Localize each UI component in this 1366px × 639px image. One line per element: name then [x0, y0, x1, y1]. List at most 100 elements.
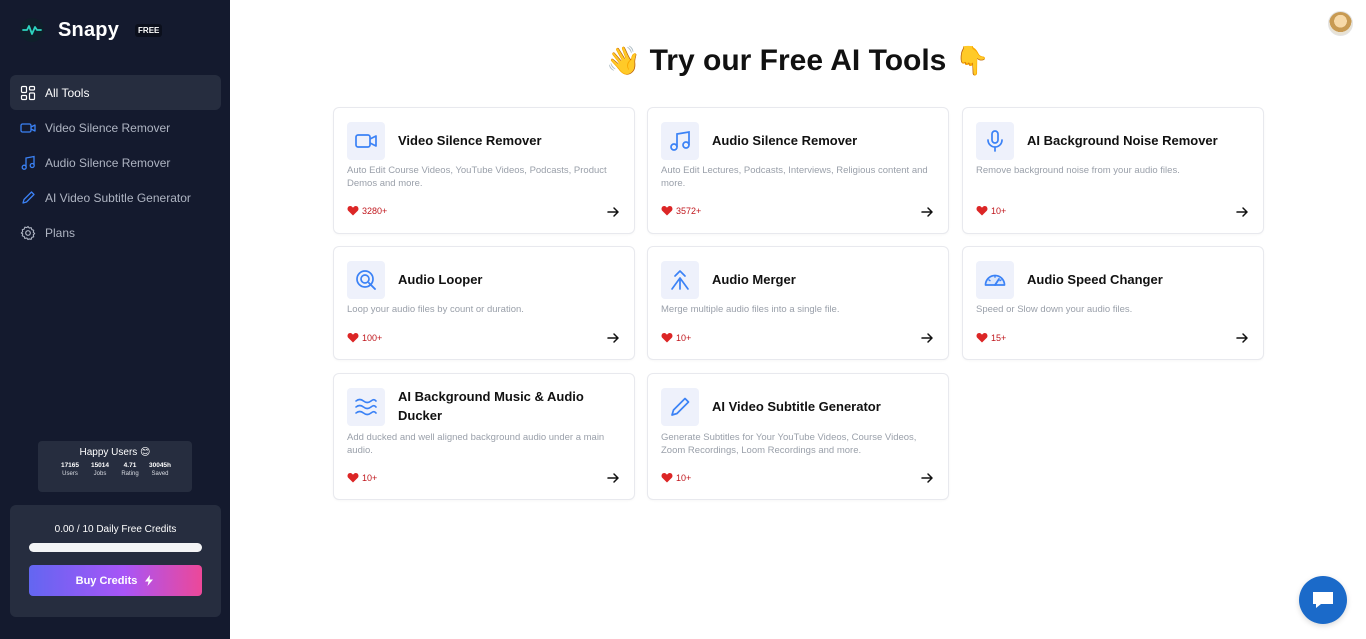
chat-support-button[interactable] — [1299, 576, 1347, 624]
tool-card-description: Loop your audio files by count or durati… — [347, 304, 524, 315]
page-title: 👋 Try our Free AI Tools 👇 — [0, 44, 1366, 78]
sidebar-item-plans[interactable]: Plans — [10, 215, 221, 250]
tool-card-description: Generate Subtitles for Your YouTube Vide… — [661, 432, 917, 456]
heart-icon — [661, 206, 673, 216]
buy-credits-button[interactable]: Buy Credits — [29, 565, 202, 596]
arrow-right-icon[interactable] — [606, 205, 620, 219]
tool-card-title: Audio Speed Changer — [1027, 272, 1163, 287]
arrow-right-icon[interactable] — [606, 331, 620, 345]
tool-card-title: AI Background Noise Remover — [1027, 133, 1218, 148]
likes-count: 15+ — [976, 332, 1006, 343]
tool-card-title: AI Background Music & Audio Ducker — [398, 389, 584, 423]
likes-value: 10+ — [991, 205, 1007, 216]
pointing-down-icon: 👇 — [954, 45, 990, 76]
tool-card-ai-background-music-audio-ducker[interactable]: AI Background Music & Audio Ducker Add d… — [333, 373, 635, 500]
arrow-right-icon[interactable] — [1235, 331, 1249, 345]
likes-value: 10+ — [362, 472, 378, 483]
user-avatar[interactable] — [1328, 11, 1353, 36]
stat-saved: 30045h Saved — [145, 462, 175, 477]
likes-count: 10+ — [661, 472, 691, 483]
likes-value: 3280+ — [362, 205, 388, 216]
grid-icon — [19, 84, 37, 102]
tool-card-description: Add ducked and well aligned background a… — [347, 432, 605, 456]
stat-value: 15014 — [90, 462, 110, 469]
tool-card-title: AI Video Subtitle Generator — [712, 399, 881, 414]
lightning-icon — [145, 575, 154, 586]
stats-row: 17165 Users 15014 Jobs 4.71 Rating 30045… — [38, 462, 192, 477]
stat-value: 17165 — [60, 462, 80, 469]
arrow-right-icon[interactable] — [1235, 205, 1249, 219]
likes-count: 10+ — [347, 472, 377, 483]
brand-name: Snapy — [58, 18, 120, 41]
sidebar-item-all-tools[interactable]: All Tools — [10, 75, 221, 110]
stat-users: 17165 Users — [55, 462, 85, 477]
page-title-text: Try our Free AI Tools — [649, 44, 947, 77]
likes-value: 100+ — [362, 332, 383, 343]
stat-rating: 4.71 Rating — [115, 462, 145, 477]
happy-users-stats: Happy Users 😊 17165 Users 15014 Jobs 4.7… — [38, 441, 192, 492]
arrow-right-icon[interactable] — [920, 471, 934, 485]
credits-progress-bar — [29, 543, 202, 552]
heart-icon — [347, 473, 359, 483]
tool-card-description: Auto Edit Lectures, Podcasts, Interviews… — [661, 165, 928, 189]
tool-card-ai-video-subtitle-generator[interactable]: AI Video Subtitle Generator Generate Sub… — [647, 373, 949, 500]
sidebar-item-ai-video-subtitle-generator[interactable]: AI Video Subtitle Generator — [10, 180, 221, 215]
stat-label: Jobs — [93, 471, 107, 477]
tool-card-audio-speed-changer[interactable]: Audio Speed Changer Speed or Slow down y… — [962, 246, 1264, 360]
likes-count: 10+ — [976, 205, 1006, 216]
likes-count: 10+ — [661, 332, 691, 343]
speedometer-icon — [976, 261, 1014, 299]
heart-icon — [976, 206, 988, 216]
sidebar: Snapy FREE All Tools Video Silence Remov… — [0, 0, 230, 639]
sidebar-item-audio-silence-remover[interactable]: Audio Silence Remover — [10, 145, 221, 180]
plan-badge: FREE — [135, 23, 163, 37]
brand[interactable]: Snapy FREE — [20, 18, 163, 42]
music-note-icon — [19, 154, 37, 172]
gear-icon — [19, 224, 37, 242]
tool-card-description: Speed or Slow down your audio files. — [976, 304, 1133, 315]
heart-icon — [976, 333, 988, 343]
heart-icon — [661, 473, 673, 483]
credits-text: 0.00 / 10 Daily Free Credits — [54, 524, 177, 535]
stat-value: 30045h — [148, 462, 172, 469]
tool-card-ai-background-noise-remover[interactable]: AI Background Noise Remover Remove backg… — [962, 107, 1264, 234]
chat-bubble-icon — [1313, 592, 1333, 608]
video-camera-icon — [347, 122, 385, 160]
tool-card-video-silence-remover[interactable]: Video Silence Remover Auto Edit Course V… — [333, 107, 635, 234]
sidebar-item-label: Video Silence Remover — [45, 120, 171, 135]
likes-count: 3280+ — [347, 205, 387, 216]
waves-icon — [347, 388, 385, 426]
sidebar-nav: All Tools Video Silence Remover Audio Si… — [10, 75, 221, 250]
tool-card-description: Remove background noise from your audio … — [976, 165, 1180, 176]
microphone-icon — [976, 122, 1014, 160]
likes-value: 10+ — [676, 332, 692, 343]
tool-card-audio-merger[interactable]: Audio Merger Merge multiple audio files … — [647, 246, 949, 360]
tool-card-audio-looper[interactable]: Audio Looper Loop your audio files by co… — [333, 246, 635, 360]
tool-card-description: Merge multiple audio files into a single… — [661, 304, 840, 315]
buy-credits-label: Buy Credits — [75, 574, 138, 587]
arrow-right-icon[interactable] — [920, 205, 934, 219]
tool-card-title: Video Silence Remover — [398, 133, 542, 148]
sidebar-item-label: All Tools — [45, 85, 90, 100]
tool-card-title: Audio Silence Remover — [712, 133, 858, 148]
stat-jobs: 15014 Jobs — [85, 462, 115, 477]
arrow-right-icon[interactable] — [606, 471, 620, 485]
heart-icon — [347, 333, 359, 343]
stat-label: Users — [62, 471, 78, 477]
sidebar-item-video-silence-remover[interactable]: Video Silence Remover — [10, 110, 221, 145]
sidebar-item-label: Audio Silence Remover — [45, 155, 171, 170]
arrow-right-icon[interactable] — [920, 331, 934, 345]
video-camera-icon — [19, 119, 37, 137]
likes-value: 10+ — [676, 472, 692, 483]
likes-value: 15+ — [991, 332, 1007, 343]
merge-icon — [661, 261, 699, 299]
tool-card-title: Audio Looper — [398, 272, 483, 287]
tool-card-audio-silence-remover[interactable]: Audio Silence Remover Auto Edit Lectures… — [647, 107, 949, 234]
waving-hand-icon: 👋 — [606, 45, 642, 76]
stat-label: Saved — [151, 471, 169, 477]
music-note-icon — [661, 122, 699, 160]
pencil-icon — [19, 189, 37, 207]
tool-card-description: Auto Edit Course Videos, YouTube Videos,… — [347, 165, 607, 189]
loop-icon — [347, 261, 385, 299]
likes-count: 100+ — [347, 332, 382, 343]
